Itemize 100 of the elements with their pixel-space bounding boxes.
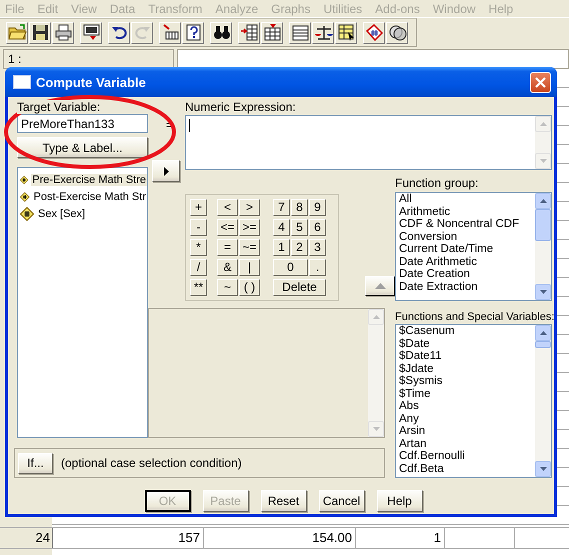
toolbar-button[interactable] (159, 22, 181, 44)
arrow-table-icon (160, 23, 180, 42)
list-item[interactable]: Cdf.Bernoulli (399, 450, 535, 462)
table-cell: 157 (53, 528, 204, 548)
list-item[interactable]: Artan (399, 438, 535, 450)
keypad-key[interactable]: ~= (239, 239, 260, 256)
field-label: Functions and Special Variables: (395, 311, 554, 323)
window-icon (13, 75, 31, 89)
printer-icon (54, 23, 72, 42)
move-right-button[interactable] (152, 160, 180, 182)
keypad-key[interactable]: - (190, 219, 207, 236)
field-label: Numeric Expression: (185, 100, 297, 114)
list-item[interactable]: Arithmetic (399, 206, 535, 218)
keypad-key[interactable]: Delete (273, 279, 326, 296)
keypad-key[interactable]: 2 (291, 239, 308, 256)
list-item[interactable]: Arsin (399, 425, 535, 438)
row-header: 24 (0, 528, 53, 548)
keypad-key[interactable]: = (217, 239, 238, 256)
cell-value-field[interactable] (177, 49, 569, 69)
variable-item[interactable]: Post-Exercise Math Str (18, 188, 147, 205)
list-item[interactable]: $Sysmis (399, 375, 535, 388)
toolbar-button[interactable] (52, 22, 74, 44)
list-item[interactable]: Any (399, 412, 535, 425)
close-button[interactable] (530, 72, 551, 92)
folder-icon (8, 23, 26, 42)
field-label: Target Variable: (17, 100, 102, 114)
down-triangle-icon (372, 427, 380, 431)
scrollbar[interactable] (535, 116, 551, 169)
select-table-icon (336, 23, 356, 42)
toolbar-button[interactable] (261, 22, 283, 44)
list-item[interactable]: All (399, 193, 535, 206)
keypad-key[interactable]: . (309, 259, 326, 276)
toolbar-button[interactable] (386, 22, 408, 44)
scrollbar[interactable] (535, 193, 551, 300)
keypad-key[interactable]: 1 (273, 239, 290, 256)
list-item[interactable]: $Time (399, 388, 535, 400)
keypad-key[interactable]: & (217, 259, 238, 276)
keypad-key[interactable]: * (190, 239, 207, 256)
keypad-key[interactable]: | (239, 259, 260, 276)
toolbar-button[interactable] (363, 22, 385, 44)
list-item[interactable]: Date Arithmetic (399, 256, 535, 268)
list-item[interactable]: Abs (399, 400, 535, 412)
keypad-key[interactable]: 3 (309, 239, 326, 256)
keypad-key[interactable]: 8 (291, 199, 308, 216)
type-label-button[interactable]: Type & Label... (17, 137, 148, 158)
list-item[interactable]: $Date (399, 338, 535, 350)
keypad-key[interactable]: / (190, 259, 207, 276)
keypad-key[interactable]: > (239, 199, 260, 216)
keypad-key[interactable]: 7 (273, 199, 290, 216)
numeric-variable-icon (20, 206, 34, 220)
monitor-arrow-icon (82, 23, 100, 42)
variable-item[interactable]: Sex [Sex] (18, 205, 147, 222)
scroll-thumb[interactable] (535, 341, 551, 348)
keypad-key[interactable]: 6 (309, 219, 326, 236)
move-up-button[interactable] (365, 276, 395, 296)
toolbar-button[interactable] (29, 22, 51, 44)
right-triangle-icon (164, 166, 168, 176)
list-item[interactable]: Current Date/Time (399, 243, 535, 256)
list-item[interactable]: Conversion (399, 230, 535, 243)
floppy-icon (30, 23, 50, 42)
toolbar-button[interactable] (238, 22, 260, 44)
list-item[interactable]: $Date11 (399, 350, 535, 362)
keypad-key[interactable]: < (217, 199, 238, 216)
toolbar-button[interactable] (335, 22, 357, 44)
keypad-key[interactable]: >= (239, 219, 260, 236)
keypad-key[interactable]: ** (190, 279, 207, 296)
list-item[interactable]: Cdf.Beta (399, 462, 535, 475)
toolbar-button[interactable] (312, 22, 334, 44)
dialog-button[interactable]: Help (376, 490, 422, 512)
list-item[interactable]: $Casenum (399, 325, 535, 338)
keypad-key[interactable]: ( ) (239, 279, 260, 296)
window-title: Compute Variable (36, 74, 147, 90)
list-item[interactable]: Date Extraction (399, 280, 535, 293)
toolbar-button[interactable] (6, 22, 28, 44)
table-cell: 154.00 (204, 528, 356, 548)
keypad-key[interactable]: + (190, 199, 207, 216)
dialog-button[interactable]: Reset (260, 490, 306, 512)
list-item[interactable]: CDF & Noncentral CDF (399, 218, 535, 230)
toolbar-button[interactable] (210, 22, 232, 44)
keypad-key[interactable]: 9 (309, 199, 326, 216)
toolbar-button[interactable] (289, 22, 311, 44)
toolbar-button[interactable] (80, 22, 102, 44)
scrollbar[interactable] (368, 309, 384, 437)
dialog-button[interactable]: Cancel (318, 490, 364, 512)
scroll-thumb[interactable] (535, 209, 551, 241)
keypad-key[interactable]: 5 (291, 219, 308, 236)
toolbar-button[interactable] (182, 22, 204, 44)
close-icon (534, 76, 547, 88)
keypad-key[interactable]: <= (217, 219, 238, 236)
numeric-variable-icon (20, 190, 30, 204)
keypad-key[interactable]: 0 (273, 259, 308, 276)
if-button[interactable]: If... (18, 452, 53, 474)
list-item[interactable]: $Jdate (399, 362, 535, 375)
toolbar-button[interactable] (108, 22, 130, 44)
list-item[interactable]: Date Creation (399, 268, 535, 280)
scrollbar[interactable] (535, 325, 551, 477)
keypad-key[interactable]: ~ (217, 279, 238, 296)
expression-field[interactable] (185, 115, 552, 170)
keypad-key[interactable]: 4 (273, 219, 290, 236)
target-variable-field[interactable]: PreMoreThan133 (17, 114, 148, 133)
